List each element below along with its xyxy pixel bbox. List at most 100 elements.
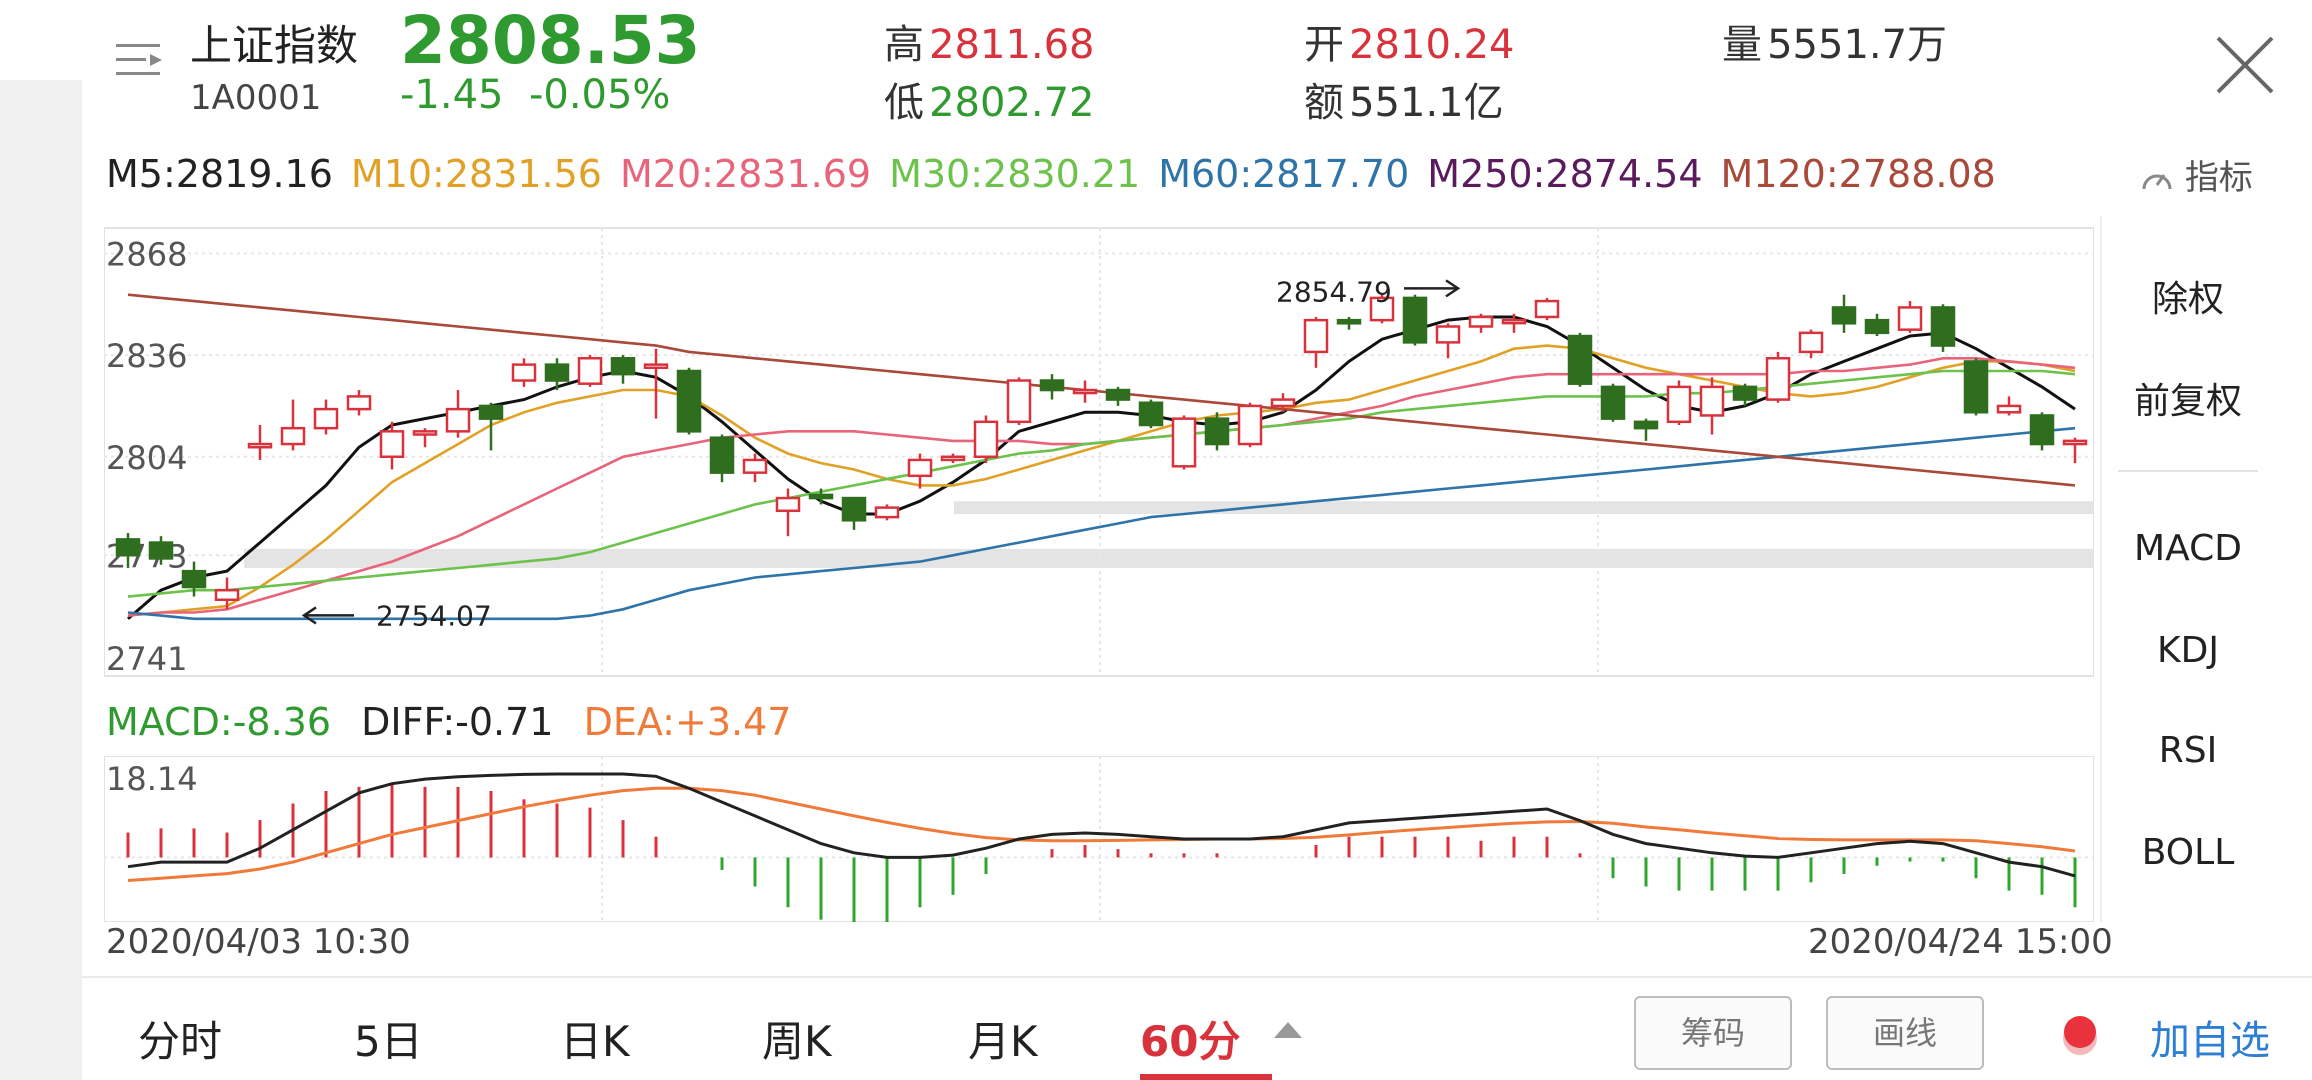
- draw-line-button[interactable]: 画线: [1826, 996, 1984, 1070]
- boll-option[interactable]: BOLL: [2088, 832, 2288, 873]
- dropdown-arrow-icon[interactable]: [1274, 1022, 1302, 1038]
- candle-up: [742, 458, 768, 474]
- amount-value: 551.1亿: [1349, 80, 1504, 126]
- tab-weekly-k[interactable]: 周K: [762, 1008, 832, 1069]
- candle-up: [1237, 404, 1263, 446]
- menu-icon[interactable]: [114, 40, 166, 88]
- candle-up: [379, 430, 405, 459]
- candle-down: [1204, 417, 1230, 446]
- candle-up: [1666, 385, 1692, 424]
- tab-monthly-k[interactable]: 月K: [968, 1008, 1038, 1069]
- candle-down: [676, 369, 702, 433]
- y-tick-label: 2804: [106, 439, 187, 477]
- candle-up: [1072, 388, 1098, 395]
- candle-down: [1930, 306, 1956, 347]
- candle-down: [2029, 414, 2055, 446]
- candle-up: [313, 407, 339, 430]
- x-end-date: 2020/04/24 15:00: [1808, 922, 2113, 962]
- dea-value: DEA:+3.47: [583, 700, 792, 744]
- ma-legend-item: M60:2817.70: [1158, 152, 1410, 196]
- candle-up: [1501, 318, 1527, 325]
- low-value: 2802.72: [929, 80, 1095, 126]
- change-value: -1.45: [400, 72, 504, 118]
- candle-up: [2062, 439, 2088, 446]
- tab-daily-k[interactable]: 日K: [560, 1008, 630, 1069]
- candle-down: [1963, 360, 1989, 414]
- active-tab-indicator: [1140, 1074, 1272, 1080]
- tab-5day[interactable]: 5日: [354, 1008, 423, 1069]
- price-change: -1.45 -0.05%: [400, 72, 670, 118]
- candle-up: [280, 426, 306, 446]
- macd-chart[interactable]: 18.14: [104, 756, 2094, 922]
- candle-down: [1402, 296, 1428, 344]
- amount-label: 额: [1304, 80, 1344, 126]
- candle-down: [148, 541, 174, 560]
- candle-down: [610, 357, 636, 376]
- macd-option[interactable]: MACD: [2088, 528, 2288, 569]
- price-band: [954, 501, 2094, 514]
- close-icon[interactable]: [2210, 30, 2280, 100]
- amount-stat: 额 551.1亿: [1304, 70, 1504, 128]
- candle-up: [445, 407, 471, 433]
- candle-down: [115, 538, 141, 557]
- x-start-date: 2020/04/03 10:30: [106, 922, 411, 962]
- candle-up: [1699, 385, 1725, 417]
- gauge-icon: [2142, 174, 2172, 190]
- tab-60min[interactable]: 60分: [1140, 1008, 1240, 1069]
- candle-up: [973, 420, 999, 459]
- add-to-watchlist-button[interactable]: 加自选: [2150, 1008, 2270, 1066]
- candle-up: [511, 363, 537, 382]
- candle-up: [874, 506, 900, 519]
- high-stat: 高 2811.68: [884, 12, 1095, 70]
- index-name: 上证指数: [190, 21, 359, 70]
- candle-down: [1831, 306, 1857, 325]
- y-tick-label: 2836: [106, 337, 187, 375]
- candle-up: [940, 455, 966, 462]
- macd-top-tick: 18.14: [106, 760, 198, 798]
- ma-legend: M5:2819.16 M10:2831.56 M20:2831.69 M30:2830…: [106, 152, 2014, 208]
- ma-legend-item: M10:2831.56: [350, 152, 602, 196]
- candle-down: [1633, 420, 1659, 430]
- candle-down: [1567, 334, 1593, 385]
- candle-down: [808, 493, 834, 500]
- high-price-annotation: 2854.79: [1276, 275, 1392, 308]
- volume-label: 量: [1722, 22, 1762, 68]
- record-dot-icon[interactable]: [2058, 1012, 2102, 1056]
- forward-adjust-option[interactable]: 前复权: [2088, 372, 2288, 424]
- tab-intraday[interactable]: 分时: [138, 1008, 222, 1069]
- macd-value: MACD:-8.36: [106, 700, 332, 744]
- candle-up: [1897, 306, 1923, 331]
- low-label: 低: [884, 80, 924, 126]
- ma-legend-item: M5:2819.16: [106, 152, 333, 196]
- candle-up: [1534, 299, 1560, 319]
- y-tick-label: 2868: [106, 235, 187, 273]
- ma-legend-item: M120:2788.08: [1720, 152, 1996, 196]
- candle-up: [577, 357, 603, 385]
- indicator-label: 指标: [2184, 158, 2253, 198]
- ex-right-option[interactable]: 除权: [2088, 270, 2288, 322]
- price-band: [244, 548, 2094, 568]
- candle-down: [181, 569, 207, 589]
- right-panel-separator: [2118, 470, 2258, 472]
- candle-up: [1435, 325, 1461, 344]
- candle-up: [1171, 417, 1197, 468]
- candle-up: [247, 442, 273, 449]
- candle-down: [544, 363, 570, 382]
- ma-legend-item: M30:2830.21: [889, 152, 1141, 196]
- indicator-button[interactable]: 指标: [2140, 150, 2253, 199]
- index-detail-panel: 上证指数 1A0001 2808.53 -1.45 -0.05% 高 2811.…: [82, 0, 2312, 1080]
- candle-down: [1600, 385, 1626, 420]
- candle-up: [1996, 404, 2022, 414]
- kdj-option[interactable]: KDJ: [2088, 630, 2288, 671]
- low-price-annotation: 2754.07: [376, 599, 492, 632]
- candle-down: [1105, 388, 1131, 401]
- left-edge-strip: [0, 0, 82, 1080]
- candle-down: [1336, 318, 1362, 325]
- chips-button[interactable]: 筹码: [1634, 996, 1792, 1070]
- ma-legend-item: M20:2831.69: [620, 152, 872, 196]
- period-tabs: 分时 5日 日K 周K 月K 60分 筹码 画线 加自选: [82, 976, 2312, 1080]
- kline-chart[interactable]: 286828362804277327412854.792754.07: [104, 220, 2094, 682]
- candle-up: [214, 588, 240, 601]
- rsi-option[interactable]: RSI: [2088, 730, 2288, 771]
- diff-value: DIFF:-0.71: [361, 700, 554, 744]
